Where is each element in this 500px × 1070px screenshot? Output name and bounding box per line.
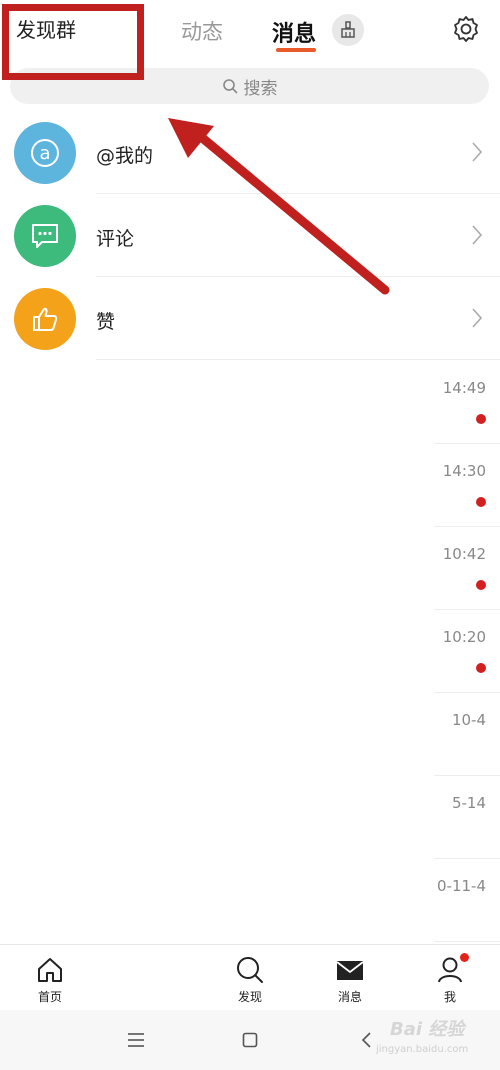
back-chevron-icon	[361, 1032, 371, 1048]
at-icon: a	[14, 122, 76, 184]
nav-messages-label: 消息	[337, 990, 362, 1004]
menu-icon	[128, 1033, 144, 1047]
envelope-icon	[336, 961, 364, 980]
gear-icon	[454, 16, 478, 42]
conversation-row[interactable]: 10-4	[0, 693, 500, 776]
mentions-label: @我的	[96, 145, 154, 167]
likes-label: 赞	[96, 311, 116, 333]
nav-messages[interactable]: 消息	[320, 955, 380, 1005]
tab-messages[interactable]: 消息	[272, 16, 316, 48]
bottom-tab-bar: 首页 发现 消息 我	[0, 944, 500, 1010]
conversation-row[interactable]: 14:30	[0, 444, 500, 527]
conversation-time: 5-14	[451, 794, 486, 812]
search-icon	[222, 79, 237, 94]
nav-discover-label: 发现	[237, 990, 262, 1004]
row-divider	[434, 941, 500, 942]
conversation-time: 0-11-4	[437, 877, 486, 895]
conversation-time: 10:42	[442, 545, 486, 563]
conversation-row[interactable]: 5-14	[0, 776, 500, 859]
nav-home[interactable]: 首页	[20, 955, 80, 1005]
home-system-button[interactable]	[238, 1028, 262, 1052]
annotation-highlight-box	[2, 4, 144, 80]
chevron-right-icon	[472, 142, 483, 162]
conversation-time: 10:20	[442, 628, 486, 646]
nav-me[interactable]: 我	[420, 953, 480, 1005]
likes-row[interactable]: 赞	[0, 278, 500, 360]
tab-dynamic[interactable]: 动态	[181, 16, 223, 46]
back-button[interactable]	[354, 1028, 378, 1052]
settings-button[interactable]	[450, 13, 482, 45]
conversation-row[interactable]: 10:42	[0, 527, 500, 610]
notification-dot	[460, 953, 469, 962]
conversation-row[interactable]: 0-11-4	[0, 859, 500, 942]
svg-text:a: a	[39, 143, 50, 164]
unread-dot	[476, 414, 486, 424]
row-divider	[96, 359, 500, 360]
mentions-row[interactable]: a @我的	[0, 112, 500, 194]
thumbs-up-icon	[14, 288, 76, 350]
broom-icon	[341, 21, 355, 38]
conversation-time: 10-4	[451, 711, 486, 729]
unread-dot	[476, 497, 486, 507]
home-icon	[38, 958, 62, 982]
comments-label: 评论	[96, 228, 135, 250]
square-icon	[242, 1032, 258, 1048]
baidu-watermark-url: jingyan.baidu.com	[376, 1044, 469, 1055]
search-placeholder: 搜索	[243, 78, 278, 99]
nav-me-label: 我	[443, 990, 456, 1004]
unread-dot	[476, 580, 486, 590]
nav-discover[interactable]: 发现	[220, 955, 280, 1005]
clear-unread-button[interactable]	[332, 14, 364, 46]
row-divider	[96, 276, 500, 277]
nav-home-label: 首页	[37, 990, 62, 1004]
chevron-right-icon	[472, 225, 483, 245]
conversation-time: 14:49	[442, 379, 486, 397]
conversation-time: 14:30	[442, 462, 486, 480]
search-icon	[237, 957, 263, 983]
chevron-right-icon	[472, 308, 483, 328]
active-tab-indicator	[276, 48, 316, 52]
row-divider	[96, 193, 500, 194]
comment-icon	[14, 205, 76, 267]
baidu-watermark: Bai 经验	[390, 1019, 465, 1040]
comments-row[interactable]: 评论	[0, 195, 500, 277]
unread-dot	[476, 663, 486, 673]
menu-button[interactable]	[124, 1028, 148, 1052]
conversation-row[interactable]: 10:20	[0, 610, 500, 693]
conversation-row[interactable]: 14:49	[0, 361, 500, 444]
